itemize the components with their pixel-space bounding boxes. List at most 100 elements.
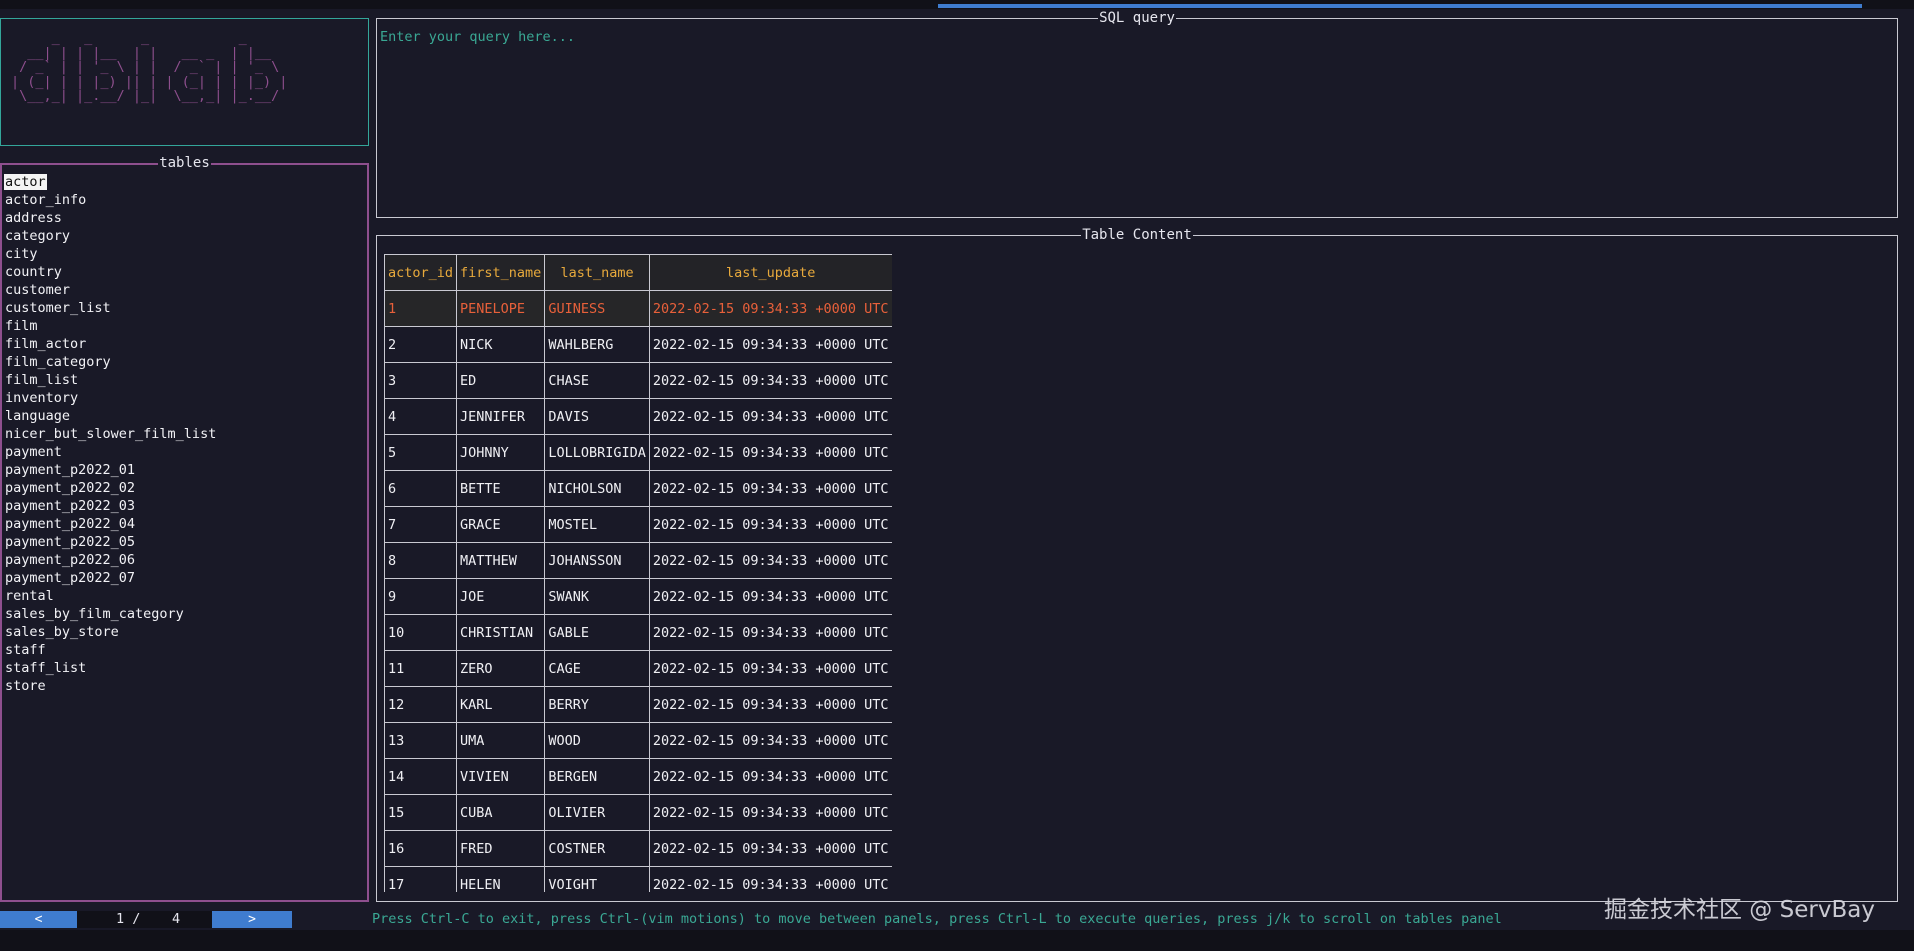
table-cell: ZERO [456, 650, 546, 687]
table-list-item[interactable]: customer_list [4, 299, 217, 317]
table-cell: PENELOPE [456, 290, 546, 327]
table-list-item[interactable]: payment_p2022_01 [4, 461, 217, 479]
table-list-item[interactable]: inventory [4, 389, 217, 407]
table-cell: BERGEN [544, 758, 650, 795]
table-list-item[interactable]: payment_p2022_02 [4, 479, 217, 497]
table-cell: 13 [384, 722, 458, 759]
table-cell: KARL [456, 686, 546, 723]
sql-query-panel[interactable]: SQL query [376, 10, 1898, 218]
ascii-logo: _ _ _ _ __| | | |__ | | __ _ | |__ / _` … [11, 30, 288, 104]
tables-panel[interactable]: tables actor actor_info address category cit… [0, 155, 369, 902]
table-cell: CAGE [544, 650, 650, 687]
table-row[interactable]: 2 NICK WAHLBERG 2022-02-15 09:34:33 +0000 U… [384, 326, 892, 363]
table-cell: JOHANSSON [544, 542, 650, 579]
table-list-item[interactable]: film [4, 317, 217, 335]
watermark: 掘金技术社区 @ ServBay [1604, 897, 1875, 923]
table-row[interactable]: 1 PENELOPE GUINESS 2022-02-15 09:34:33 +000… [384, 290, 892, 327]
table-cell: COSTNER [544, 830, 650, 867]
table-list-item[interactable]: staff [4, 641, 217, 659]
table-list-item-label: payment_p2022_01 [5, 462, 136, 478]
table-list-item[interactable]: actor_info [4, 191, 217, 209]
table-row[interactable]: 8 MATTHEW JOHANSSON 2022-02-15 09:34:33 +00… [384, 542, 892, 579]
table-list-item[interactable]: country [4, 263, 217, 281]
table-list-item[interactable]: sales_by_film_category [4, 605, 217, 623]
table-list-item[interactable]: payment [4, 443, 217, 461]
table-list[interactable]: actor actor_info address category city countr… [4, 173, 217, 695]
table-list-item-label: language [5, 408, 71, 424]
table-row[interactable]: 15 CUBA OLIVIER 2022-02-15 09:34:33 +0000 U… [384, 794, 892, 831]
table-cell: 2022-02-15 09:34:33 +0000 UTC [648, 542, 892, 579]
table-list-item[interactable]: payment_p2022_04 [4, 515, 217, 533]
table-row[interactable]: 11 ZERO CAGE 2022-02-15 09:34:33 +0000 UTC [384, 650, 892, 687]
table-list-item[interactable]: film_actor [4, 335, 217, 353]
table-scroll-area[interactable]: actor_id first_name last_name last_update 1… [384, 254, 892, 892]
prev-page-button[interactable]: < [0, 911, 77, 928]
table-row[interactable]: 9 JOE SWANK 2022-02-15 09:34:33 +0000 UTC [384, 578, 892, 615]
table-list-item[interactable]: customer [4, 281, 217, 299]
table-row[interactable]: 10 CHRISTIAN GABLE 2022-02-15 09:34:33 +000… [384, 614, 892, 651]
table-cell: 2022-02-15 09:34:33 +0000 UTC [648, 866, 892, 892]
table-cell: SWANK [544, 578, 650, 615]
table-list-item[interactable]: film_list [4, 371, 217, 389]
table-list-item[interactable]: payment_p2022_07 [4, 569, 217, 587]
table-cell: 16 [384, 830, 458, 867]
table-list-item-label: sales_by_film_category [5, 606, 184, 622]
table-row[interactable]: 17 HELEN VOIGHT 2022-02-15 09:34:33 +0000 U… [384, 866, 892, 892]
table-list-item[interactable]: nicer_but_slower_film_list [4, 425, 217, 443]
table-content-panel[interactable]: Table Content actor_id first_name last_nam… [376, 227, 1898, 902]
table-row[interactable]: 7 GRACE MOSTEL 2022-02-15 09:34:33 +0000 UT… [384, 506, 892, 543]
table-cell: 2022-02-15 09:34:33 +0000 UTC [648, 722, 892, 759]
column-header-actor-id: actor_id [384, 254, 458, 291]
table-cell: CHRISTIAN [456, 614, 546, 651]
table-row[interactable]: 3 ED CHASE 2022-02-15 09:34:33 +0000 UTC [384, 362, 892, 399]
table-cell: 2022-02-15 09:34:33 +0000 UTC [648, 326, 892, 363]
next-page-button[interactable]: > [212, 911, 292, 928]
table-cell: WAHLBERG [544, 326, 650, 363]
table-cell: WOOD [544, 722, 650, 759]
table-list-item[interactable]: city [4, 245, 217, 263]
table-cell: 2 [384, 326, 458, 363]
table-cell: MATTHEW [456, 542, 546, 579]
table-list-item-label: payment_p2022_02 [5, 480, 136, 496]
table-row[interactable]: 13 UMA WOOD 2022-02-15 09:34:33 +0000 UTC [384, 722, 892, 759]
table-list-item[interactable]: film_category [4, 353, 217, 371]
table-list-item[interactable]: store [4, 677, 217, 695]
table-cell: 11 [384, 650, 458, 687]
table-list-item-label: payment_p2022_04 [5, 516, 136, 532]
table-cell: CUBA [456, 794, 546, 831]
table-row[interactable]: 4 JENNIFER DAVIS 2022-02-15 09:34:33 +0000 … [384, 398, 892, 435]
table-list-item-label: address [5, 210, 62, 226]
table-list-item[interactable]: payment_p2022_03 [4, 497, 217, 515]
table-row[interactable]: 14 VIVIEN BERGEN 2022-02-15 09:34:33 +0000 … [384, 758, 892, 795]
table-cell: 5 [384, 434, 458, 471]
table-cell: 2022-02-15 09:34:33 +0000 UTC [648, 686, 892, 723]
table-list-item[interactable]: address [4, 209, 217, 227]
sql-query-panel-title: SQL query [1098, 10, 1176, 26]
table-row[interactable]: 5 JOHNNY LOLLOBRIGIDA 2022-02-15 09:34:33 +… [384, 434, 892, 471]
table-cell: 2022-02-15 09:34:33 +0000 UTC [648, 470, 892, 507]
table-list-item[interactable]: payment_p2022_05 [4, 533, 217, 551]
table-row[interactable]: 6 BETTE NICHOLSON 2022-02-15 09:34:33 +0000… [384, 470, 892, 507]
table-list-item[interactable]: rental [4, 587, 217, 605]
table-list-item[interactable]: sales_by_store [4, 623, 217, 641]
table-list-item-label: actor [4, 174, 47, 190]
table-list-item[interactable]: category [4, 227, 217, 245]
table-content-panel-title: Table Content [1081, 227, 1193, 243]
table-list-item[interactable]: payment_p2022_06 [4, 551, 217, 569]
table-list-item-label: payment [5, 444, 62, 460]
table-cell: HELEN [456, 866, 546, 892]
table-row[interactable]: 12 KARL BERRY 2022-02-15 09:34:33 +0000 UTC [384, 686, 892, 723]
sql-query-input[interactable] [380, 27, 1880, 47]
table-list-item[interactable]: staff_list [4, 659, 217, 677]
table-list-item-label: sales_by_store [5, 624, 119, 640]
table-header-row: actor_id first_name last_name last_update [384, 254, 892, 291]
column-header-first-name: first_name [456, 254, 546, 291]
table-list-item-label: film [5, 318, 38, 334]
table-cell: VOIGHT [544, 866, 650, 892]
table-cell: 2022-02-15 09:34:33 +0000 UTC [648, 794, 892, 831]
table-list-item[interactable]: language [4, 407, 217, 425]
table-list-item-label: payment_p2022_03 [5, 498, 136, 514]
table-row[interactable]: 16 FRED COSTNER 2022-02-15 09:34:33 +0000 U… [384, 830, 892, 867]
table-cell: VIVIEN [456, 758, 546, 795]
table-list-item[interactable]: actor [4, 173, 217, 191]
